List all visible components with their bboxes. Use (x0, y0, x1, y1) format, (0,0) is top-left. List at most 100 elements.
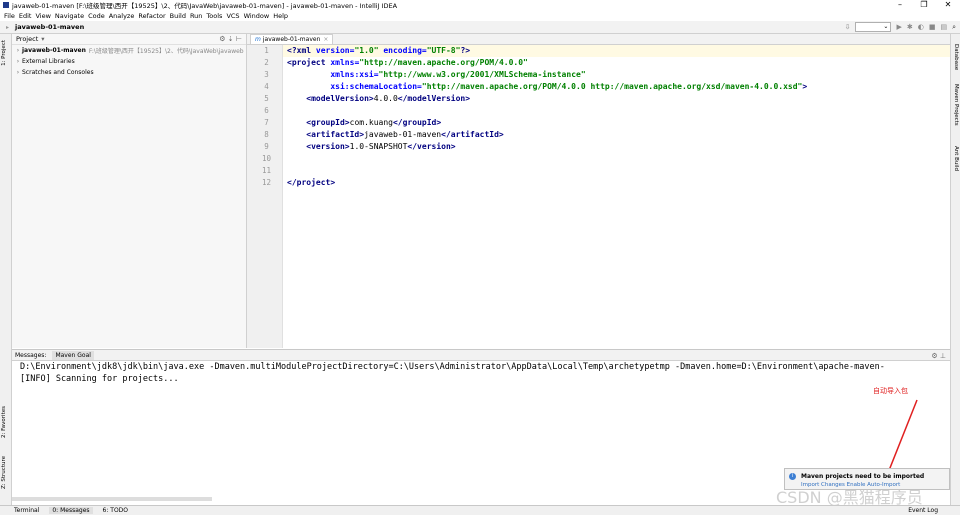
search-icon[interactable]: ⌕ (952, 23, 956, 32)
chevron-right-icon[interactable]: › (14, 69, 22, 76)
menu-edit[interactable]: Edit (19, 12, 32, 20)
menu-analyze[interactable]: Analyze (109, 12, 135, 20)
code-area[interactable]: <?xml version="1.0" encoding="UTF-8"?> <… (283, 45, 950, 348)
menu-bar: File Edit View Navigate Code Analyze Ref… (0, 10, 960, 21)
code-line-9: <version>1.0-SNAPSHOT</version> (306, 142, 456, 151)
code-line-2: <project xmlns="http://maven.apache.org/… (287, 58, 528, 67)
tool-tab-maven[interactable]: Maven Projects (953, 84, 959, 126)
code-line-1: <?xml version="1.0" encoding="UTF-8"?> (283, 45, 950, 57)
minimize-button[interactable]: – (888, 0, 912, 10)
tree-item-label: javaweb-01-maven (22, 47, 86, 54)
folder-icon: ▸ (6, 23, 10, 31)
menu-file[interactable]: File (4, 12, 15, 20)
coverage-icon[interactable]: ◐ (918, 23, 924, 31)
left-tool-strip: 1: Project 2: Favorites Z: Structure (0, 34, 12, 505)
chevron-down-icon[interactable]: ▾ (41, 35, 44, 43)
panel-settings-icon[interactable]: ⚙ ⇣ ⊢ (219, 35, 242, 43)
tool-tab-structure[interactable]: Z: Structure (1, 456, 7, 489)
horizontal-scrollbar[interactable] (12, 497, 212, 501)
restore-button[interactable]: ❐ (912, 0, 936, 10)
menu-code[interactable]: Code (88, 12, 105, 20)
menu-refactor[interactable]: Refactor (138, 12, 165, 20)
tree-item-label: External Libraries (22, 58, 75, 65)
tree-item-scratches[interactable]: › Scratches and Consoles (14, 67, 246, 78)
run-icon[interactable]: ▶ (896, 23, 901, 31)
annotation-label: 自动导入包 (873, 387, 908, 395)
menu-run[interactable]: Run (190, 12, 202, 20)
tool-tab-terminal[interactable]: Terminal (14, 507, 39, 514)
tool-tab-database[interactable]: Database (953, 44, 959, 70)
tool-tab-project[interactable]: 1: Project (1, 40, 7, 66)
project-tree: › javaweb-01-maven F:\班级管理\西开【19525】\2、代… (12, 45, 246, 78)
line-number: 5 (264, 94, 269, 103)
line-number: 2 (264, 58, 269, 67)
menu-build[interactable]: Build (170, 12, 186, 20)
line-number: 1 (264, 46, 269, 55)
stop-icon[interactable]: ■ (929, 23, 936, 31)
close-tab-icon[interactable]: × (323, 36, 328, 43)
tool-tab-messages[interactable]: 0: Messages (49, 507, 93, 514)
editor-tab-label: javaweb-01-maven (262, 36, 321, 43)
maven-file-icon: m (255, 36, 261, 43)
line-number: 9 (264, 142, 269, 151)
window-title: javaweb-01-maven [F:\班级管理\西开【19525】\2、代码… (12, 2, 398, 10)
close-button[interactable]: ✕ (936, 0, 960, 10)
code-line-8: <artifactId>javaweb-01-maven</artifactId… (306, 130, 504, 139)
event-log-button[interactable]: Event Log (908, 507, 938, 514)
panel-settings-icon[interactable]: ⚙ ⊥ (931, 352, 946, 360)
chevron-right-icon[interactable]: › (14, 58, 22, 65)
menu-navigate[interactable]: Navigate (55, 12, 84, 20)
menu-tools[interactable]: Tools (206, 12, 222, 20)
code-line-3: xmlns:xsi="http://www.w3.org/2001/XMLSch… (330, 70, 586, 79)
build-icon[interactable]: ⇩ (845, 23, 851, 31)
console-line: [INFO] Scanning for projects... (20, 374, 179, 384)
title-bar: javaweb-01-maven [F:\班级管理\西开【19525】\2、代码… (0, 0, 960, 10)
debug-icon[interactable]: ✱ (907, 23, 913, 31)
menu-help[interactable]: Help (273, 12, 288, 20)
code-line-4: xsi:schemaLocation="http://maven.apache.… (330, 82, 808, 91)
line-number: 12 (261, 178, 272, 187)
messages-tabs: Messages: Maven Goal ⚙ ⊥ (12, 350, 950, 361)
menu-view[interactable]: View (35, 12, 50, 20)
project-panel-header: Project ▾ ⚙ ⇣ ⊢ (12, 34, 246, 45)
tool-tab-todo[interactable]: 6: TODO (103, 507, 128, 514)
project-view-select[interactable]: Project (16, 35, 38, 43)
line-number: 4 (264, 82, 269, 91)
tree-item-libraries[interactable]: › External Libraries (14, 56, 246, 67)
project-panel: Project ▾ ⚙ ⇣ ⊢ › javaweb-01-maven F:\班级… (12, 34, 247, 348)
code-editor[interactable]: m javaweb-01-maven × 1 2 3 4 5 6 7 8 9 1… (247, 34, 950, 348)
run-config-select[interactable]: ⌄ (855, 22, 892, 32)
tool-tab-favorites[interactable]: 2: Favorites (1, 406, 7, 438)
line-number: 11 (261, 166, 272, 175)
menu-window[interactable]: Window (244, 12, 270, 20)
navigation-bar: ▸ javaweb-01-maven ⇩ ⌄ ▶ ✱ ◐ ■ ▤ ⌕ (0, 21, 960, 34)
info-icon: i (789, 473, 796, 480)
line-number: 10 (261, 154, 272, 163)
tree-item-label: Scratches and Consoles (22, 69, 94, 76)
editor-tab[interactable]: m javaweb-01-maven × (250, 34, 334, 44)
line-gutter: 1 2 3 4 5 6 7 8 9 10 11 12 (247, 45, 283, 348)
code-line-5: <modelVersion>4.0.0</modelVersion> (306, 94, 471, 103)
messages-title: Messages: (15, 351, 47, 359)
tree-item-path: F:\班级管理\西开【19525】\2、代码\JavaWeb\javaweb (88, 48, 244, 55)
code-line-7: <groupId>com.kuang</groupId> (306, 118, 442, 127)
status-bar: Terminal 0: Messages 6: TODO Event Log (0, 505, 960, 515)
line-number: 3 (264, 70, 269, 79)
tab-maven-goal[interactable]: Maven Goal (52, 350, 94, 360)
structure-icon[interactable]: ▤ (940, 23, 947, 31)
tool-tab-ant[interactable]: Ant Build (953, 146, 959, 171)
chevron-right-icon[interactable]: › (14, 47, 22, 54)
app-icon (3, 2, 9, 8)
editor-tabs: m javaweb-01-maven × (247, 34, 950, 45)
right-tool-strip: Database Maven Projects Ant Build (950, 34, 960, 505)
tree-item-module[interactable]: › javaweb-01-maven F:\班级管理\西开【19525】\2、代… (14, 45, 246, 56)
line-number: 8 (264, 130, 269, 139)
breadcrumb[interactable]: javaweb-01-maven (15, 23, 84, 31)
line-number: 6 (264, 106, 269, 115)
notification-title: Maven projects need to be imported (801, 473, 925, 480)
menu-vcs[interactable]: VCS (226, 12, 239, 20)
console-line: D:\Environment\jdk8\jdk\bin\java.exe -Dm… (20, 362, 885, 372)
